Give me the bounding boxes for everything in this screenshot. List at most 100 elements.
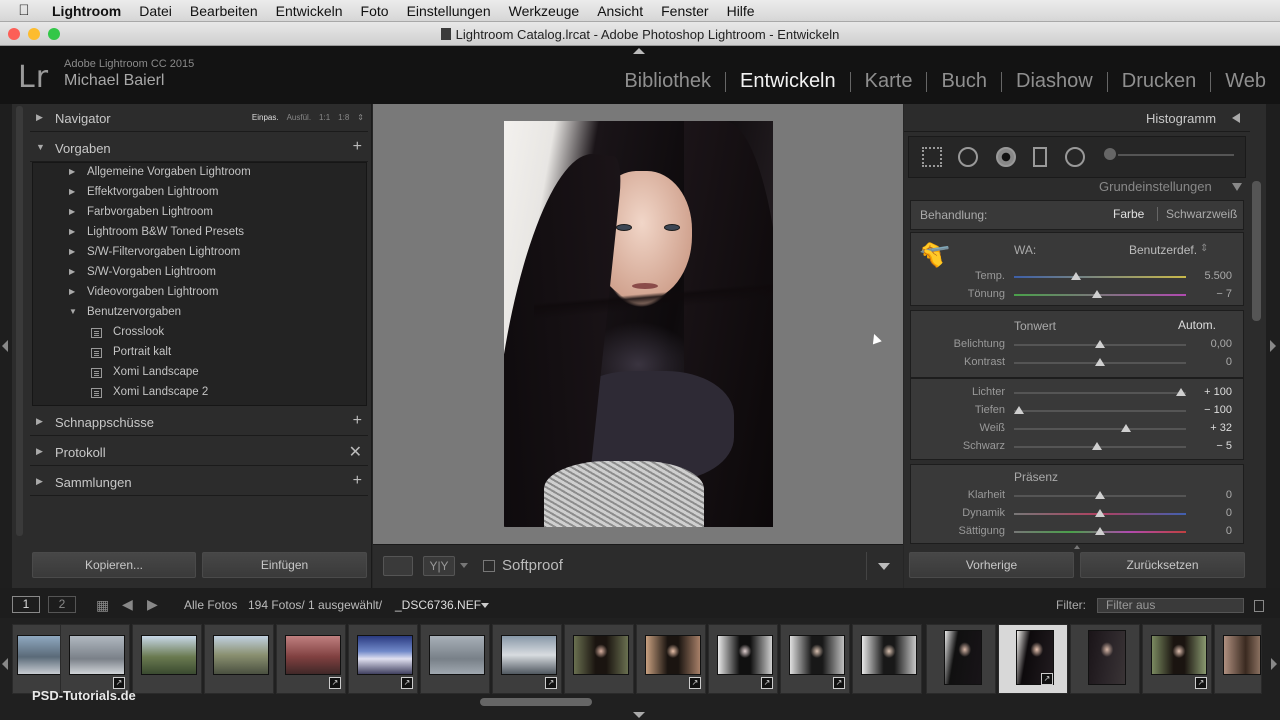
slider-value[interactable]: + 32 [1182,422,1232,434]
filmstrip-thumbnail[interactable] [1214,624,1262,694]
filmstrip-thumbnail[interactable]: ↗ [636,624,706,694]
filmstrip-thumbnail[interactable] [926,624,996,694]
menu-hilfe[interactable]: Hilfe [718,3,764,19]
filmstrip-thumbnail[interactable]: ↗ [276,624,346,694]
filmstrip-scrollbar[interactable] [480,698,592,706]
menu-bearbeiten[interactable]: Bearbeiten [181,3,267,19]
forward-arrow-icon[interactable]: ▶ [147,596,158,613]
slider-knob[interactable] [1091,290,1102,298]
slider-knob[interactable] [1091,442,1102,450]
reset-button[interactable]: Zurücksetzen [1080,552,1245,578]
filmstrip-right-icon[interactable] [1271,658,1277,670]
filmstrip-thumbnail[interactable]: ↗ [708,624,778,694]
slider-value[interactable]: 0 [1182,525,1232,537]
wb-dropdown[interactable]: Benutzerdef. [1129,243,1197,257]
collapse-right-panel-icon[interactable] [1270,340,1276,352]
preset-folder[interactable]: ▶ S/W-Vorgaben Lightroom [33,263,366,283]
add-preset-icon[interactable]: + [353,138,362,156]
menu-entwickeln[interactable]: Entwickeln [267,3,352,19]
module-diashow[interactable]: Diashow [1002,70,1107,93]
preset-folder[interactable]: ▶ Videovorgaben Lightroom [33,283,366,303]
zoom-stepper-icon[interactable]: ⇕ [357,113,364,122]
filmstrip-thumbnail[interactable]: ↗ [348,624,418,694]
menu-werkzeuge[interactable]: Werkzeuge [500,3,589,19]
temp-slider-track[interactable] [1014,276,1186,278]
menu-app[interactable]: Lightroom [48,3,130,19]
secondary-window-button[interactable]: 2 [48,596,76,613]
treatment-color-option[interactable]: Farbe [1113,207,1144,221]
whites-slider-track[interactable] [1014,428,1186,430]
add-snapshot-icon[interactable]: + [353,412,362,430]
apple-icon[interactable]:  [0,2,48,19]
zoom-1-1[interactable]: 1:1 [319,113,330,122]
loupe-view-icon[interactable] [383,556,413,576]
highlights-slider-track[interactable] [1014,392,1186,394]
basic-panel-header[interactable]: Grundeinstellungen [1099,179,1212,194]
previous-button[interactable]: Vorherige [909,552,1074,578]
collapse-top-panel-icon[interactable] [633,48,645,54]
zoom-fit[interactable]: Einpas. [252,113,279,122]
preset-item[interactable]: Xomi Landscape 2 [33,383,366,403]
preset-folder[interactable]: ▶ Lightroom B&W Toned Presets [33,223,366,243]
filmstrip-thumbnail-selected[interactable]: ↗ [998,624,1068,694]
grid-view-icon[interactable]: ▦ [96,597,109,614]
filmstrip-thumbnail[interactable] [204,624,274,694]
slider-knob[interactable] [1095,491,1105,499]
filter-lock-icon[interactable] [1254,600,1264,612]
preset-folder-user[interactable]: ▼ Benutzervorgaben [33,303,366,323]
preset-item[interactable]: Crosslook [33,323,366,343]
filmstrip-thumbnail[interactable] [1070,624,1140,694]
spot-removal-tool-icon[interactable] [958,147,978,167]
clear-history-icon[interactable]: ✕ [349,442,362,462]
slider-knob[interactable] [1095,358,1105,366]
copy-button[interactable]: Kopieren... [32,552,196,578]
collapse-filmstrip-icon[interactable] [633,712,645,718]
module-buch[interactable]: Buch [927,70,1001,93]
preset-folder[interactable]: ▶ Farbvorgaben Lightroom [33,203,366,223]
slider-value[interactable]: − 100 [1182,404,1232,416]
slider-value[interactable]: 0 [1182,489,1232,501]
panel-resize-icon[interactable] [1074,545,1080,549]
menu-ansicht[interactable]: Ansicht [588,3,652,19]
filename-dropdown-icon[interactable] [481,603,489,608]
filmstrip-thumbnail[interactable]: ↗ [780,624,850,694]
slider-knob[interactable] [1120,424,1131,432]
module-bibliothek[interactable]: Bibliothek [610,70,725,93]
slider-value[interactable]: − 7 [1182,288,1232,300]
treatment-bw-option[interactable]: Schwarzweiß [1166,207,1237,221]
slider-value[interactable]: 0 [1182,356,1232,368]
slider-knob[interactable] [1070,272,1081,280]
right-panel-scrollbar[interactable] [1252,181,1261,321]
filmstrip-thumbnail[interactable]: ↗ [1142,624,1212,694]
module-karte[interactable]: Karte [851,70,927,93]
slider-value[interactable]: − 5 [1182,440,1232,452]
softproof-checkbox[interactable] [483,560,495,572]
before-after-view-icon[interactable]: Y|Y [423,556,455,576]
slider-value[interactable]: 5.500 [1182,270,1232,282]
navigator-header[interactable]: ▶ Navigator Einpas. Ausfül. 1:1 1:8 ⇕ [30,104,368,132]
view-dropdown-icon[interactable] [460,563,468,568]
slider-knob[interactable] [1095,340,1105,348]
preset-item[interactable]: Xomi Landscape [33,363,366,383]
menu-datei[interactable]: Datei [130,3,181,19]
slider-value[interactable]: 0 [1182,507,1232,519]
paste-button[interactable]: Einfügen [202,552,367,578]
module-drucken[interactable]: Drucken [1108,70,1210,93]
red-eye-tool-icon[interactable] [996,147,1016,167]
filmstrip-thumbnail[interactable]: ↗ [492,624,562,694]
toolbar-options-icon[interactable] [878,563,890,570]
filmstrip-left-icon[interactable] [2,658,8,670]
slider-knob[interactable] [1014,406,1025,414]
filmstrip-thumbnail[interactable] [132,624,202,694]
filter-dropdown[interactable]: Filter aus [1097,598,1244,613]
zoom-1-8[interactable]: 1:8 [338,113,349,122]
shadows-slider-track[interactable] [1014,410,1186,412]
radial-filter-icon[interactable] [1065,147,1085,167]
histogram-expand-icon[interactable] [1232,113,1240,123]
wb-dropdown-icon[interactable]: ⇕ [1200,243,1208,254]
brush-slider[interactable] [1118,154,1234,156]
slider-value[interactable]: 0,00 [1182,338,1232,350]
preset-item[interactable]: Portrait kalt [33,343,366,363]
crop-tool-icon[interactable] [922,147,942,167]
module-entwickeln[interactable]: Entwickeln [726,70,850,93]
